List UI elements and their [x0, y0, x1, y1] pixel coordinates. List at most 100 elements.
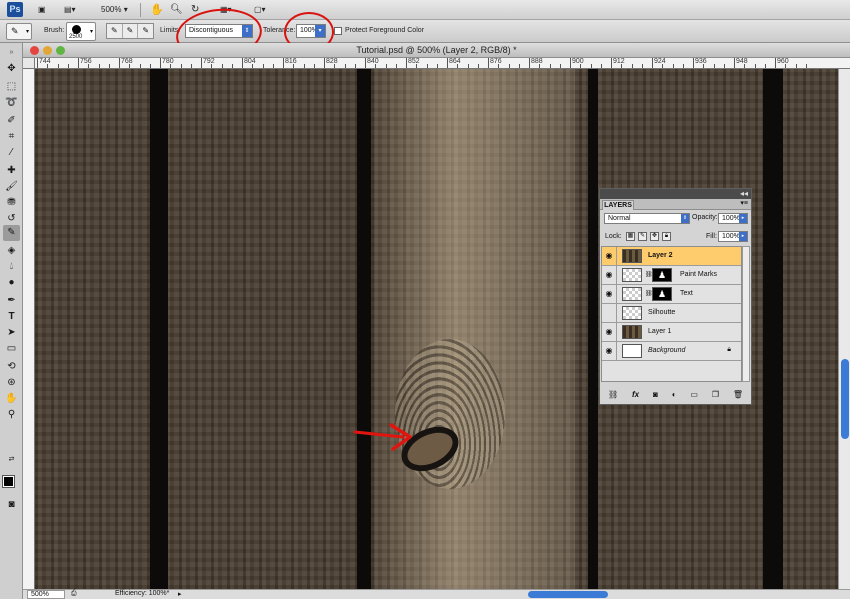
rectangle-tool-icon[interactable]: ▭ — [3, 341, 20, 357]
status-info-icon[interactable]: ⎙ — [71, 590, 77, 598]
brush-tool-icon[interactable]: 🖌︎ — [3, 179, 20, 195]
add-mask-icon[interactable]: ◙ — [653, 390, 658, 402]
zoom-tool-icon[interactable]: ⚲ — [3, 407, 20, 423]
status-menu-icon[interactable]: ▸ — [178, 590, 182, 598]
eye-icon[interactable]: ◉ — [602, 342, 617, 360]
pen-tool-icon[interactable]: ✒ — [3, 293, 20, 309]
clone-stamp-tool-icon[interactable]: ⛃ — [3, 195, 20, 211]
adjustment-layer-icon[interactable]: ◐ — [672, 390, 677, 402]
board-gap — [150, 69, 168, 589]
spot-healing-tool-icon[interactable]: ✚ — [3, 163, 20, 179]
horizontal-ruler[interactable]: 744 756 768 780 792 804 816 828 840 852 864 876 888 9… — [35, 58, 850, 69]
background-eraser-tool-icon[interactable]: ✎ — [3, 225, 20, 241]
toolbox-collapse-icon[interactable]: » — [3, 45, 20, 61]
status-bar: 500% ⎙ Efficiency: 100%* ▸ — [23, 589, 850, 599]
eyedropper-tool-icon[interactable]: ⁄ — [3, 145, 20, 161]
type-tool-icon[interactable]: T — [3, 309, 20, 325]
layer-name: Layer 2 — [648, 252, 673, 259]
screen-mode-icon[interactable]: ▤▾ — [64, 3, 76, 17]
3d-rotate-tool-icon[interactable]: ⟲ — [3, 359, 20, 375]
hand-tool-icon[interactable]: ✋ — [3, 391, 20, 407]
swap-colors-icon[interactable]: ⇄ — [3, 455, 20, 465]
link-layers-icon[interactable]: ⛓ — [608, 390, 618, 402]
vertical-ruler[interactable] — [23, 69, 35, 589]
quick-mask-icon[interactable]: ◙ — [3, 497, 20, 513]
eye-icon[interactable]: ◉ — [602, 247, 617, 265]
fx-icon[interactable]: fx — [632, 390, 639, 402]
lock-transparent-icon[interactable]: ▦ — [626, 232, 635, 241]
zoom-level-dropdown[interactable]: 500% ▾ — [101, 3, 128, 17]
zoom-tool-icon[interactable]: 🔍︎ — [170, 3, 183, 17]
ruler-minor-tick — [477, 64, 479, 68]
layer-row-silhoutte[interactable]: Silhoutte — [602, 304, 741, 323]
blend-mode-select[interactable]: Normal ⇕ — [604, 213, 690, 224]
protect-foreground-checkbox[interactable] — [334, 27, 342, 35]
path-selection-tool-icon[interactable]: ➤ — [3, 325, 20, 341]
status-info: Efficiency: 100%* — [115, 590, 170, 597]
sampling-once-icon[interactable]: ✎ — [123, 24, 139, 38]
lock-image-icon[interactable]: ✎ — [638, 232, 647, 241]
arrange-documents-icon[interactable]: ▦▾ — [220, 3, 232, 17]
lock-position-icon[interactable]: ✥ — [650, 232, 659, 241]
ruler-tick — [324, 58, 325, 68]
ruler-tick — [365, 58, 366, 68]
options-bar: ✎ ▾ Brush: 2500 ▾ ✎ ✎ ✎ Limits: Disconti… — [0, 20, 850, 43]
tool-preset-picker[interactable]: ✎ ▾ — [6, 23, 32, 40]
zoom-field[interactable]: 500% — [27, 590, 65, 599]
quick-selection-tool-icon[interactable]: ✐ — [3, 113, 20, 129]
ruler-minor-tick — [67, 64, 69, 68]
eye-icon[interactable]: ◉ — [602, 323, 617, 341]
mini-bridge-icon[interactable]: ▣ — [38, 3, 46, 17]
limits-select[interactable]: Discontiguous ⇕ — [185, 24, 253, 38]
new-layer-icon[interactable]: ❐ — [712, 390, 719, 402]
panel-menu-icon[interactable]: ▾≡ — [740, 199, 748, 207]
ruler-tick — [283, 58, 284, 68]
ruler-origin[interactable] — [23, 58, 35, 69]
opacity-value: 100% — [722, 215, 740, 222]
dodge-tool-icon[interactable]: ● — [3, 275, 20, 291]
blur-tool-icon[interactable]: 💧︎ — [3, 259, 20, 275]
layer-row-background[interactable]: ◉ Background 🔒︎ — [602, 342, 741, 361]
separator — [140, 3, 141, 17]
rotate-view-icon[interactable]: ↻ — [191, 3, 199, 17]
trash-icon[interactable]: 🗑︎ — [733, 390, 743, 402]
horizontal-scroll-thumb[interactable] — [528, 591, 608, 598]
layer-row-layer-2[interactable]: ◉ Layer 2 — [602, 247, 741, 266]
paint-bucket-tool-icon[interactable]: ◈ — [3, 243, 20, 259]
eye-icon[interactable]: ◉ — [602, 266, 617, 284]
fill-field[interactable]: 100% ▸ — [718, 231, 748, 242]
3d-orbit-tool-icon[interactable]: ⊛ — [3, 375, 20, 391]
lasso-tool-icon[interactable]: ➰ — [3, 95, 20, 111]
lock-icon: 🔒︎ — [727, 346, 731, 353]
hand-tool-icon[interactable]: ✋ — [150, 3, 164, 17]
vertical-scrollbar[interactable] — [838, 69, 850, 589]
eye-icon[interactable]: ◉ — [602, 285, 617, 303]
smart-object-thumbnail — [622, 287, 642, 301]
collapse-panel-icon[interactable]: ◂◂ — [740, 189, 748, 198]
screen-mode-2-icon[interactable]: ▢▾ — [254, 3, 266, 17]
ruler-tick — [529, 58, 530, 68]
new-group-icon[interactable]: ▭ — [690, 390, 698, 402]
ruler-label: 804 — [244, 58, 256, 65]
tolerance-field[interactable]: 100% ▾ — [296, 24, 326, 38]
opacity-field[interactable]: 100% ▸ — [718, 213, 748, 224]
eye-hidden-slot[interactable] — [602, 304, 617, 322]
foreground-color-swatch[interactable] — [2, 475, 15, 488]
ruler-minor-tick — [57, 64, 59, 68]
layer-row-text[interactable]: ◉ ⛓ ♟ Text — [602, 285, 741, 304]
zoom-level: 500% — [101, 5, 122, 14]
layer-list-scrollbar[interactable] — [742, 246, 750, 382]
sampling-background-swatch-icon[interactable]: ✎ — [138, 24, 153, 38]
layer-mask-thumbnail[interactable]: ♟ — [652, 268, 672, 282]
layer-mask-thumbnail[interactable]: ♟ — [652, 287, 672, 301]
layer-row-paint-marks[interactable]: ◉ ⛓ ♟ Paint Marks — [602, 266, 741, 285]
crop-tool-icon[interactable]: ⌗ — [3, 129, 20, 145]
move-tool-icon[interactable]: ✥ — [3, 61, 20, 77]
tab-layers[interactable]: LAYERS — [602, 200, 634, 210]
layer-row-layer-1[interactable]: ◉ Layer 1 — [602, 323, 741, 342]
lock-all-icon[interactable]: 🔒︎ — [662, 232, 671, 241]
marquee-tool-icon[interactable]: ⬚ — [3, 79, 20, 95]
brush-picker[interactable]: 2500 ▾ — [66, 22, 96, 41]
vertical-scroll-thumb[interactable] — [841, 359, 849, 439]
sampling-continuous-icon[interactable]: ✎ — [107, 24, 123, 38]
